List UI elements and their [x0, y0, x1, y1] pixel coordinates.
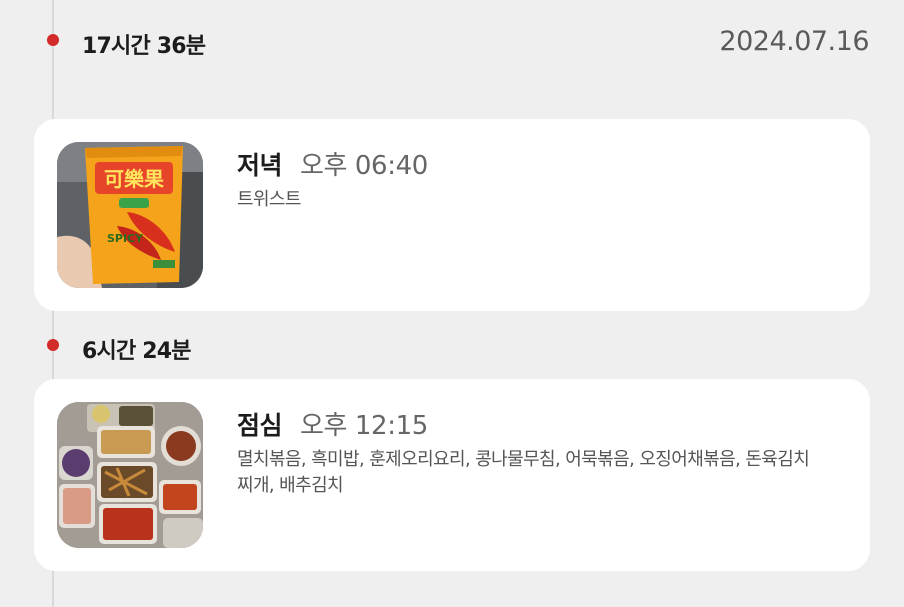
meal-header: 저녁 오후 06:40 — [237, 145, 428, 182]
meal-type-label: 점심 — [237, 411, 283, 440]
snack-bag-photo-icon: 可樂果 SPICY — [57, 142, 203, 288]
meal-items-text: 멸치볶음, 흑미밥, 훈제오리요리, 콩나물무침, 어묵볶음, 오징어채볶음, … — [237, 449, 810, 496]
meal-photo: 可樂果 SPICY — [57, 142, 203, 288]
meal-items-text: 트위스트 — [237, 189, 301, 210]
meal-photo — [57, 402, 203, 548]
meal-type-label: 저녁 — [237, 151, 283, 180]
meal-card-lunch[interactable]: 점심 오후 12:15 멸치볶음, 흑미밥, 훈제오리요리, 콩나물무침, 어묵볶… — [34, 379, 870, 571]
date-label: 2024.07.16 — [719, 26, 869, 57]
time-gap-label: 17시간 36분 — [82, 34, 206, 59]
meal-header: 점심 오후 12:15 — [237, 405, 428, 442]
meal-time-label: 오후 12:15 — [300, 411, 428, 441]
timeline-dot — [47, 339, 59, 351]
meal-card-dinner[interactable]: 可樂果 SPICY 저녁 오후 06:40 트위스트 — [34, 119, 870, 311]
time-gap-label: 6시간 24분 — [82, 339, 192, 364]
timeline-dot — [47, 34, 59, 46]
svg-text:可樂果: 可樂果 — [104, 167, 164, 191]
svg-text:SPICY: SPICY — [107, 232, 144, 245]
meal-time-label: 오후 06:40 — [300, 151, 428, 181]
meal-tray-photo-icon — [57, 402, 203, 548]
